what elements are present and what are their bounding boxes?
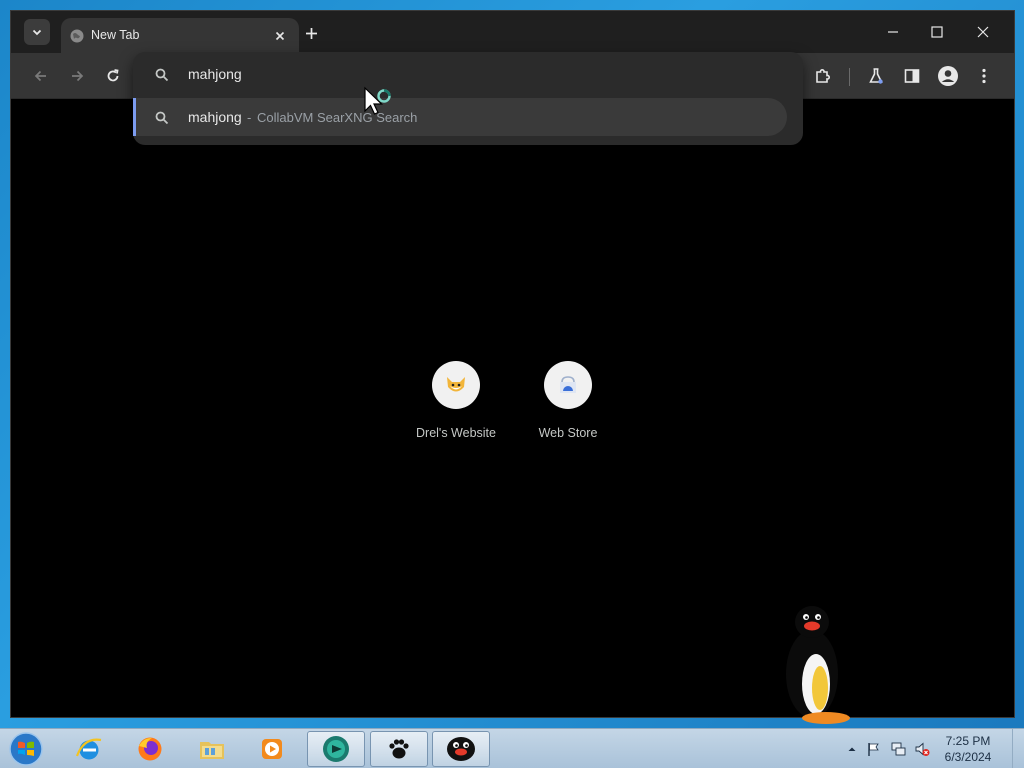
shortcut-icon-circle: [432, 361, 480, 409]
labs-button[interactable]: [864, 64, 888, 88]
profile-button[interactable]: [936, 64, 960, 88]
omnibox-dropdown: mahjong mahjong - CollabVM SearXNG Searc…: [133, 52, 803, 145]
extensions-button[interactable]: [811, 64, 835, 88]
new-tab-button[interactable]: [299, 21, 323, 45]
clock-time: 7:25 PM: [945, 734, 991, 748]
omnibox-query-text: mahjong: [188, 66, 242, 82]
volume-muted-icon: [915, 742, 930, 756]
paw-icon: [389, 739, 409, 759]
puzzle-icon: [816, 69, 830, 83]
tray-network[interactable]: [890, 741, 906, 757]
toolbar-separator: [849, 68, 850, 86]
tray-action-center[interactable]: [866, 741, 882, 757]
taskbar: 7:25 PM 6/3/2024: [0, 728, 1024, 768]
globe-icon: [70, 29, 84, 43]
profile-icon: [938, 66, 958, 86]
shortcut-label: Drel's Website: [416, 426, 496, 440]
tab-search-button[interactable]: [24, 19, 50, 45]
kebab-menu-icon: [982, 68, 986, 84]
plus-icon: [305, 27, 317, 39]
forward-button[interactable]: [65, 64, 89, 88]
penguin-icon: [447, 737, 475, 761]
window-close-button[interactable]: [963, 19, 1003, 45]
tab-close-button[interactable]: [271, 27, 289, 45]
web-store-icon: [560, 376, 576, 393]
suggestion-query: mahjong: [188, 109, 242, 125]
reload-icon: [107, 69, 119, 82]
shortcut-icon-circle: [544, 361, 592, 409]
show-hidden-icons-button[interactable]: [844, 741, 860, 757]
maximize-button[interactable]: [917, 19, 957, 45]
chevron-down-icon: [32, 29, 42, 36]
flask-icon: [869, 68, 883, 84]
start-button[interactable]: [6, 730, 46, 768]
maximize-icon: [931, 26, 943, 38]
firefox-icon: [138, 737, 162, 761]
media-player-icon: [262, 739, 282, 759]
taskbar-paw-app[interactable]: [370, 731, 428, 767]
tab-strip: New Tab: [11, 11, 1014, 53]
close-icon: [275, 31, 285, 41]
shortcut-label: Web Store: [538, 426, 598, 440]
mouse-cursor-busy-icon: [364, 86, 391, 115]
file-explorer-icon: [200, 742, 224, 759]
search-icon: [155, 111, 169, 125]
show-desktop-button[interactable]: [1012, 729, 1024, 768]
omnibox-input[interactable]: mahjong: [133, 52, 803, 98]
omnibox-suggestion[interactable]: mahjong - CollabVM SearXNG Search: [133, 98, 787, 136]
action-center-flag-icon: [868, 743, 879, 756]
windows-start-icon: [9, 732, 43, 766]
side-panel-button[interactable]: [900, 64, 924, 88]
reload-button[interactable]: [101, 64, 125, 88]
search-icon: [155, 68, 169, 82]
taskbar-chrome[interactable]: [307, 731, 365, 767]
clock-date: 6/3/2024: [944, 750, 992, 764]
taskbar-file-explorer[interactable]: [183, 731, 241, 767]
shortcut-drels-website[interactable]: Drel's Website: [406, 361, 506, 451]
taskbar-firefox[interactable]: [121, 731, 179, 767]
arrow-right-icon: [72, 70, 84, 82]
menu-button[interactable]: [972, 64, 996, 88]
fox-icon: [447, 377, 465, 392]
taskbar-clock[interactable]: 7:25 PM 6/3/2024: [938, 733, 998, 765]
taskbar-penguin-app[interactable]: [432, 731, 490, 767]
arrow-left-icon: [34, 70, 46, 82]
penguin-icon: [786, 606, 850, 724]
shortcut-web-store[interactable]: Web Store: [518, 361, 618, 451]
network-icon: [891, 742, 906, 756]
side-panel-icon: [904, 69, 920, 83]
minimize-button[interactable]: [873, 19, 913, 45]
tab-new-tab[interactable]: New Tab: [61, 18, 299, 53]
browser-window: New Tab Drel's Website Web Store mahjong…: [10, 10, 1015, 718]
taskbar-internet-explorer[interactable]: [60, 731, 118, 767]
show-hidden-icons: [848, 747, 856, 751]
tray-volume[interactable]: [914, 741, 930, 757]
minimize-icon: [888, 31, 898, 33]
close-icon: [977, 26, 989, 38]
tab-title: New Tab: [91, 28, 140, 42]
taskbar-media-player[interactable]: [243, 731, 301, 767]
suggestion-separator: -: [247, 110, 252, 125]
chrome-icon: [323, 736, 349, 762]
internet-explorer-icon: [75, 738, 102, 760]
suggestion-selected-indicator: [133, 98, 136, 136]
new-tab-page: Drel's Website Web Store: [11, 99, 1014, 717]
back-button[interactable]: [29, 64, 53, 88]
